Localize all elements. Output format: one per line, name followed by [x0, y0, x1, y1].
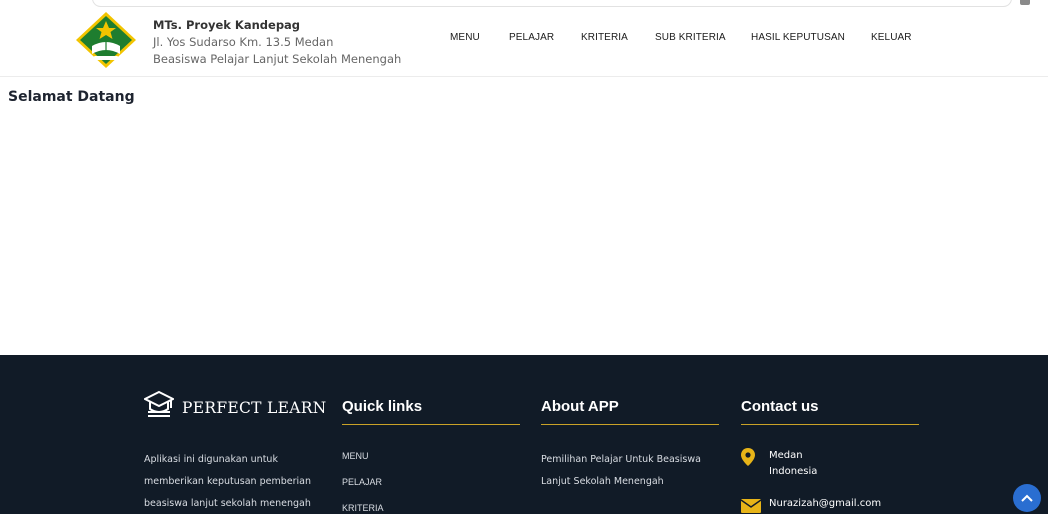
about-title: About APP — [541, 398, 619, 415]
footer-description: Aplikasi ini digunakan untuk memberikan … — [144, 449, 334, 515]
browser-top-strip — [0, 0, 1048, 8]
page-title: Selamat Datang — [8, 89, 135, 105]
footer-description-line: Aplikasi ini digunakan untuk — [144, 454, 278, 465]
graduation-cap-icon — [144, 390, 174, 417]
quick-links-title: Quick links — [342, 398, 423, 415]
footer-link-kriteria[interactable]: KRITERIA — [342, 503, 384, 513]
about-text-line: Pemilihan Pelajar Untuk Beasiswa — [541, 454, 701, 465]
quick-links-divider — [342, 424, 520, 425]
footer-description-line: beasiswa lanjut sekolah menengah — [144, 498, 311, 509]
about-text-line: Lanjut Sekolah Menengah — [541, 476, 664, 487]
site-header: MTs. Proyek Kandepag Jl. Yos Sudarso Km.… — [0, 8, 1048, 77]
nav-keluar[interactable]: KELUAR — [871, 32, 912, 43]
nav-menu[interactable]: MENU — [450, 32, 480, 43]
top-corner-icon — [1020, 0, 1030, 5]
footer-description-line: memberikan keputusan pemberian — [144, 476, 311, 487]
top-search-bar[interactable] — [92, 0, 1012, 7]
nav-hasil-keputusan[interactable]: HASIL KEPUTUSAN — [751, 32, 845, 43]
app-subtitle: Beasiswa Pelajar Lanjut Sekolah Menengah — [153, 52, 402, 66]
nav-pelajar[interactable]: PELAJAR — [509, 32, 554, 43]
footer-brand-name: PERFECT LEARN — [182, 399, 327, 417]
contact-country: Indonesia — [769, 466, 818, 477]
envelope-icon — [741, 499, 761, 513]
chevron-up-icon — [1021, 494, 1033, 502]
school-info: MTs. Proyek Kandepag Jl. Yos Sudarso Km.… — [153, 17, 401, 68]
nav-sub-kriteria[interactable]: SUB KRITERIA — [655, 32, 726, 43]
about-text: Pemilihan Pelajar Untuk Beasiswa Lanjut … — [541, 449, 701, 493]
contact-title: Contact us — [741, 398, 819, 415]
footer-link-pelajar[interactable]: PELAJAR — [342, 477, 382, 487]
site-footer: PERFECT LEARN Aplikasi ini digunakan unt… — [0, 355, 1048, 514]
school-emblem-icon — [76, 12, 136, 68]
contact-city: Medan — [769, 450, 803, 461]
nav-kriteria[interactable]: KRITERIA — [581, 32, 628, 43]
school-address: Jl. Yos Sudarso Km. 13.5 Medan — [153, 35, 334, 49]
location-pin-icon — [741, 448, 755, 466]
contact-divider — [741, 424, 919, 425]
footer-link-menu[interactable]: MENU — [342, 451, 369, 461]
school-name: MTs. Proyek Kandepag — [153, 18, 301, 32]
back-to-top-button[interactable] — [1013, 484, 1041, 512]
about-divider — [541, 424, 719, 425]
contact-email[interactable]: Nurazizah@gmail.com — [769, 496, 881, 512]
